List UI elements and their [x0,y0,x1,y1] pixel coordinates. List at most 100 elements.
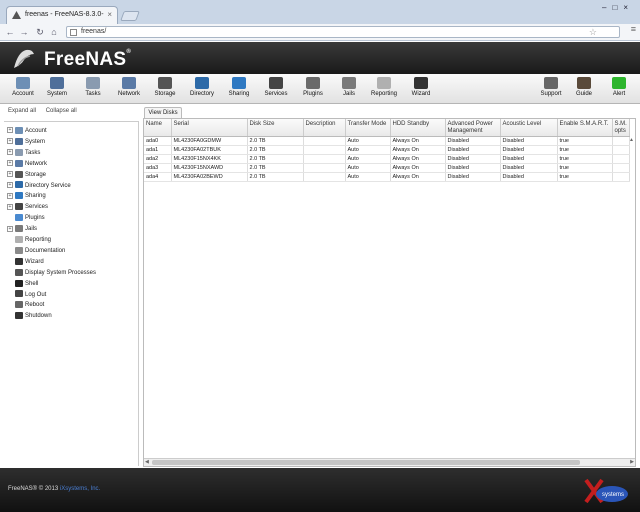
minimize-icon[interactable]: – [602,3,612,12]
table-cell [303,172,346,182]
column-header[interactable]: Enable S.M.A.R.T. [557,119,613,137]
column-header[interactable]: HDD Standby [390,119,446,137]
grid-vertical-scrollbar[interactable]: ▲ [627,137,635,459]
table-cell: Always On [390,145,446,155]
reload-icon[interactable]: ↻ [34,26,46,38]
scroll-up-arrow-icon[interactable]: ▲ [629,137,634,143]
table-cell: ada3 [144,163,172,173]
tree-item-services[interactable]: + Services [7,202,48,212]
app-logo[interactable]: FreeNAS® [44,49,131,71]
toolbar-account-button[interactable]: Account [6,76,40,102]
toolbar-sharing-button[interactable]: Sharing [222,76,256,102]
tree-item-network[interactable]: + Network [7,159,47,169]
table-cell: Auto [345,163,391,173]
column-header[interactable]: Advanced Power Management [445,119,501,137]
svg-text:systems: systems [602,492,624,498]
toolbar-jails-button[interactable]: Jails [332,76,366,102]
table-cell: 2.0 TB [247,136,304,146]
scroll-right-arrow-icon[interactable]: ▶ [630,459,634,466]
table-cell: true [557,154,613,164]
table-row[interactable]: ada2 ML4230F15NX4KK 2.0 TB Auto Always On Dis… [144,154,630,164]
tree-item-label: Display System Processes [25,269,97,276]
column-header[interactable]: S.M. opts [612,119,630,137]
table-cell: true [557,163,613,173]
account-icon [15,126,23,134]
expand-toggle-icon[interactable]: + [7,192,13,199]
column-header[interactable]: Description [303,119,346,137]
browser-tab-strip: freenas - FreeNAS-8.3.0- × –□× [0,0,640,24]
tree-item-directory-service[interactable]: + Directory Service [7,181,71,191]
table-cell: ada0 [144,136,172,146]
bookmark-star-icon[interactable]: ☆ [589,27,597,38]
expand-toggle-icon[interactable]: + [7,171,13,178]
grid-horizontal-scrollbar[interactable]: ◀ ▶ [144,458,635,466]
services-icon [15,203,23,211]
table-row[interactable]: ada1 ML4230FA02TBUK 2.0 TB Auto Always On Dis… [144,145,630,155]
tree-item-tasks[interactable]: + Tasks [7,148,40,158]
expand-toggle-icon[interactable]: + [7,127,13,134]
ixsystems-link[interactable]: iXsystems, Inc. [60,486,100,492]
expand-all-link[interactable]: Expand all [8,108,36,114]
column-header[interactable]: Name [144,119,172,137]
expand-toggle-icon[interactable]: + [7,149,13,156]
tree-item-system[interactable]: + System [7,137,45,147]
toolbar-system-button[interactable]: System [40,76,74,102]
toolbar-guide-button[interactable]: Guide [567,76,601,102]
tree-item-shutdown[interactable]: Shutdown [7,311,52,321]
back-arrow-icon[interactable]: ← [4,26,16,38]
close-tab-icon[interactable]: × [107,7,112,23]
expand-toggle-icon[interactable]: + [7,138,13,145]
tab-view-disks[interactable]: View Disks [144,107,182,118]
expand-toggle-icon[interactable]: + [7,225,13,232]
toolbar-label: Wizard [411,91,431,97]
toolbar-reporting-button[interactable]: Reporting [367,76,401,102]
expand-toggle-icon[interactable]: + [7,160,13,167]
shutdown-icon [15,312,23,320]
collapse-all-link[interactable]: Collapse all [46,108,77,114]
expand-toggle-icon[interactable]: + [7,181,13,188]
tree-item-account[interactable]: + Account [7,126,47,136]
tree-item-label: Sharing [25,193,46,200]
expand-toggle-icon[interactable]: + [7,203,13,210]
tree-item-display-system-processes[interactable]: Display System Processes [7,268,96,278]
tree-item-reporting[interactable]: Reporting [7,235,51,245]
column-header[interactable]: Acoustic Level [500,119,558,137]
toolbar-tasks-button[interactable]: Tasks [76,76,110,102]
wrench-menu-icon[interactable]: ≡ [631,24,636,34]
close-window-icon[interactable]: × [623,3,634,12]
table-row[interactable]: ada4 ML4230FA02BEWD 2.0 TB Auto Always On Dis… [144,172,630,182]
tree-item-reboot[interactable]: Reboot [7,300,44,310]
toolbar-wizard-button[interactable]: Wizard [404,76,438,102]
new-tab-button[interactable] [120,11,140,21]
column-header[interactable]: Serial [171,119,248,137]
toolbar-storage-button[interactable]: Storage [148,76,182,102]
toolbar-services-button[interactable]: Services [259,76,293,102]
table-row[interactable]: ada3 ML4230F15NXAWD 2.0 TB Auto Always On Dis… [144,163,630,173]
forward-arrow-icon[interactable]: → [18,26,30,38]
freenas-logo-icon [14,49,34,68]
window-controls: –□× [602,3,634,12]
scroll-thumb[interactable] [152,460,580,465]
column-header[interactable]: Transfer Mode [345,119,391,137]
tree-item-sharing[interactable]: + Sharing [7,191,46,201]
browser-tab[interactable]: freenas - FreeNAS-8.3.0- × [6,6,118,24]
toolbar-network-button[interactable]: Network [112,76,146,102]
table-row[interactable]: ada0 ML4230FA0GDMW 2.0 TB Auto Always On Disa… [144,136,630,146]
toolbar-support-button[interactable]: Support [534,76,568,102]
toolbar-label: Jails [342,91,355,97]
column-header[interactable]: Disk Size [247,119,304,137]
address-bar[interactable]: freenas/ ☆ [66,26,620,38]
tree-item-documentation[interactable]: Documentation [7,246,65,256]
home-icon[interactable]: ⌂ [48,26,60,38]
tree-item-shell[interactable]: Shell [7,279,38,289]
tree-item-storage[interactable]: + Storage [7,170,46,180]
toolbar-directory-button[interactable]: Directory [185,76,219,102]
tree-item-log-out[interactable]: Log Out [7,290,46,300]
tree-item-plugins[interactable]: Plugins [7,213,45,223]
tree-item-wizard[interactable]: Wizard [7,257,44,267]
scroll-left-arrow-icon[interactable]: ◀ [145,459,149,466]
toolbar-alert-button[interactable]: Alert [602,76,636,102]
tree-item-jails[interactable]: + Jails [7,224,37,234]
maximize-icon[interactable]: □ [612,3,623,12]
toolbar-plugins-button[interactable]: Plugins [296,76,330,102]
